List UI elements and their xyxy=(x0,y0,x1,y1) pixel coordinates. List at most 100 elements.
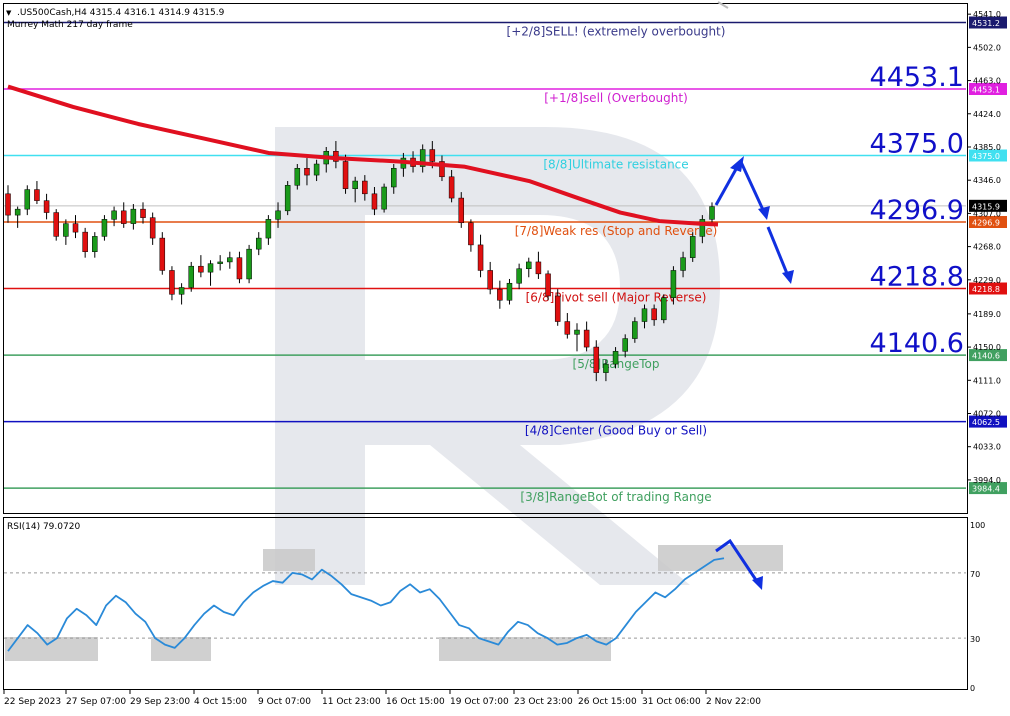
price-tick-label: 4463.0 xyxy=(973,77,1001,86)
candle-bullish xyxy=(101,219,108,237)
candle-bearish xyxy=(198,265,204,273)
candle-bearish xyxy=(487,270,493,290)
murrey-level-label: [+2/8]SELL! (extremely overbought) xyxy=(507,25,726,39)
candle-bearish xyxy=(159,237,166,271)
price-tick-label: 4033.0 xyxy=(973,443,1001,452)
candle-bullish xyxy=(670,270,677,298)
candle-bearish xyxy=(120,210,127,224)
candle-bullish xyxy=(178,287,185,295)
candle-bullish xyxy=(612,351,619,365)
candle-bullish xyxy=(632,321,638,339)
watermark-logo xyxy=(275,127,720,585)
candle-bullish xyxy=(130,208,137,224)
candle-bearish xyxy=(564,321,571,335)
candle-bearish xyxy=(53,212,59,237)
dropdown-icon[interactable]: ▼ xyxy=(6,9,12,17)
rsi-tick-label: 0 xyxy=(970,684,975,693)
time-tick-label: 26 Oct 15:00 xyxy=(578,697,637,707)
symbol-ohlc-line: .US500Cash,H4 4315.4 4316.1 4314.9 4315.… xyxy=(17,8,225,18)
price-tick-label: 4502.0 xyxy=(973,43,1001,52)
price-tick-label: 4541.0 xyxy=(973,10,1001,19)
forecast-arrow-down-2 xyxy=(766,226,790,277)
candle-bearish xyxy=(535,261,542,275)
time-tick-label: 31 Oct 06:00 xyxy=(642,697,701,707)
candle-bullish xyxy=(275,210,281,220)
price-tag-text: 4375.0 xyxy=(972,152,1000,161)
candle-bullish xyxy=(352,180,358,189)
candle-bullish xyxy=(24,189,31,210)
candle-bearish xyxy=(429,149,436,162)
candle-bullish xyxy=(680,257,686,271)
level-big-labels: 4453.1 4375.0 4296.9 4218.8 4140.6 xyxy=(870,62,964,359)
time-tick-label: 9 Oct 07:00 xyxy=(258,697,311,707)
candle-bullish xyxy=(207,263,214,273)
candle-bullish xyxy=(506,282,513,301)
candle-bullish xyxy=(227,257,233,263)
murrey-level-label: [3/8]RangeBot of trading Range xyxy=(520,490,711,504)
candle-bullish xyxy=(284,185,291,212)
candle-bearish xyxy=(236,257,243,280)
price-tick-label: 4229.0 xyxy=(973,276,1001,285)
candle-bullish xyxy=(661,297,667,321)
candle-bearish xyxy=(362,180,368,195)
time-tick-label: 27 Sep 07:00 xyxy=(66,697,126,707)
candle-bullish xyxy=(294,168,301,186)
trading-chart[interactable]: [+2/8]SELL! (extremely overbought) [+1/8]… xyxy=(0,0,1010,712)
candle-bearish xyxy=(82,231,88,252)
forecast-arrows xyxy=(714,156,794,284)
time-tick-label: 23 Oct 23:00 xyxy=(514,697,573,707)
time-tick-label: 22 Sep 2023 xyxy=(4,697,61,707)
candle-bullish xyxy=(709,206,715,220)
price-tag-text: 4062.5 xyxy=(972,418,1000,427)
candle-bearish xyxy=(458,197,465,224)
time-tick-label: 4 Oct 15:00 xyxy=(194,697,247,707)
price-tag-text: 3984.4 xyxy=(972,485,1000,494)
candle-bearish xyxy=(304,168,310,176)
candle-bullish xyxy=(641,308,648,322)
candle-bullish xyxy=(255,237,262,250)
price-tick-label: 4189.0 xyxy=(973,310,1001,319)
top-marker xyxy=(717,1,729,9)
candle-bullish xyxy=(574,329,580,335)
candle-bullish xyxy=(265,219,272,239)
candle-bullish xyxy=(111,210,117,220)
rsi-tick-label: 100 xyxy=(970,521,985,530)
rsi-label: RSI(14) 79.0720 xyxy=(7,522,80,532)
candle-bearish xyxy=(342,161,349,189)
murrey-level-label: [8/8]Ultimate resistance xyxy=(543,158,688,172)
price-tick-label: 4072.0 xyxy=(973,409,1001,418)
murrey-level-big-value: 4375.0 xyxy=(870,129,964,160)
candle-bearish xyxy=(448,176,455,199)
time-tick-label: 19 Oct 07:00 xyxy=(450,697,509,707)
price-axis: 4531.2 4453.1 4375.0 4296.9 4218.8 4140.6 4062… xyxy=(967,10,1007,495)
time-tick-label: 11 Oct 23:00 xyxy=(322,697,381,707)
murrey-level-big-value: 4218.8 xyxy=(870,262,964,293)
price-tick-label: 4385.0 xyxy=(973,143,1001,152)
candle-bearish xyxy=(651,308,657,321)
candle-bullish xyxy=(603,363,609,373)
price-tag-text: 4296.9 xyxy=(972,219,1000,228)
price-tick-label: 4346.0 xyxy=(973,176,1001,185)
rsi-tick-label: 70 xyxy=(970,570,980,579)
price-tick-label: 4111.0 xyxy=(973,376,1001,385)
candle-bearish xyxy=(554,295,561,322)
candle-bullish xyxy=(188,265,194,288)
indicator-name: Murrey Math 217 day frame xyxy=(7,20,133,30)
candle-bearish xyxy=(140,208,146,218)
murrey-level-label: [+1/8]sell (Overbought) xyxy=(544,91,688,105)
candle-bullish xyxy=(526,261,532,269)
price-tag-text: 4218.8 xyxy=(972,285,1000,294)
rsi-zone xyxy=(439,637,611,661)
time-tick-label: 16 Oct 15:00 xyxy=(386,697,445,707)
forecast-arrow-down-1-head xyxy=(758,206,770,220)
rsi-tick-label: 30 xyxy=(970,635,980,644)
price-tick-label: 4150.0 xyxy=(973,343,1001,352)
price-tick-label: 4424.0 xyxy=(973,110,1001,119)
murrey-level-big-value: 4453.1 xyxy=(870,62,964,93)
chart-canvas[interactable]: [+2/8]SELL! (extremely overbought) [+1/8]… xyxy=(0,0,1010,712)
price-tag-text: 4140.6 xyxy=(972,352,1000,361)
candle-bullish xyxy=(92,236,98,252)
candle-bullish xyxy=(14,208,21,216)
candle-bearish xyxy=(34,189,40,201)
candle-bearish xyxy=(169,270,175,295)
